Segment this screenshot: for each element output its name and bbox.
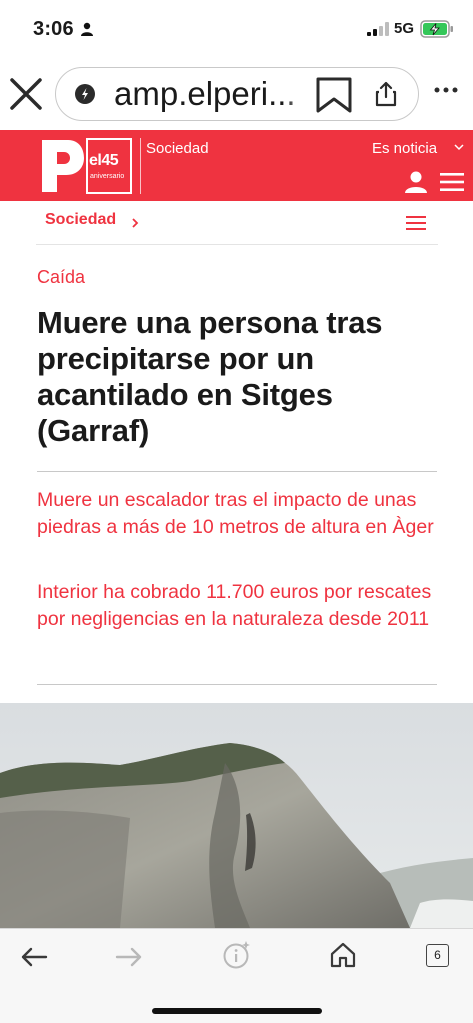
tab-count-button[interactable]: 6: [426, 944, 449, 967]
divider: [37, 684, 437, 685]
site-logo[interactable]: [40, 138, 84, 194]
status-time: 3:06: [33, 18, 74, 40]
address-bar[interactable]: amp.elperi...: [55, 67, 419, 121]
divider: [37, 471, 437, 472]
browser-toolbar: 6: [0, 928, 473, 1023]
browser-url-row: amp.elperi...: [0, 64, 473, 124]
home-indicator: [152, 1008, 322, 1014]
forward-arrow-icon[interactable]: [115, 946, 143, 968]
anniversary-number: el45: [89, 152, 119, 169]
breadcrumb-section-link[interactable]: Sociedad: [45, 211, 116, 229]
hamburger-menu-icon[interactable]: [440, 173, 464, 191]
cellular-signal-icon: [367, 22, 389, 36]
related-link[interactable]: Muere un escalador tras el impacto de un…: [37, 487, 441, 540]
chevron-right-icon: [132, 218, 139, 228]
battery-charging-icon: [420, 20, 453, 38]
back-arrow-icon[interactable]: [20, 946, 48, 968]
home-icon[interactable]: [330, 942, 356, 968]
person-icon: [81, 22, 93, 36]
header-section-label[interactable]: Sociedad: [146, 140, 209, 157]
section-menu-icon[interactable]: [406, 215, 426, 231]
user-account-icon[interactable]: [404, 170, 428, 194]
article-photo: [0, 703, 473, 928]
anniversary-caption: aniversario: [90, 173, 125, 180]
anniversary-badge: el45 aniversario: [86, 138, 132, 194]
section-breadcrumb: Sociedad: [36, 203, 438, 245]
site-header: el45 aniversario Sociedad Es noticia: [0, 130, 473, 201]
share-icon[interactable]: [374, 81, 398, 107]
related-link[interactable]: Interior ha cobrado 11.700 euros por res…: [37, 579, 441, 632]
article-headline: Muere una persona tras precipitarse por …: [37, 305, 383, 448]
header-divider: [140, 138, 141, 194]
article-kicker: Caída: [37, 267, 86, 287]
site-info-icon[interactable]: [74, 83, 96, 105]
url-text[interactable]: amp.elperi...: [114, 75, 314, 113]
status-bar: 3:06 5G: [0, 0, 473, 58]
page-insights-icon[interactable]: [222, 940, 252, 970]
es-noticia-dropdown[interactable]: Es noticia: [372, 140, 437, 157]
chevron-down-icon[interactable]: [454, 142, 464, 152]
close-icon[interactable]: [8, 76, 44, 112]
bookmark-icon[interactable]: [314, 77, 354, 113]
network-type: 5G: [394, 20, 415, 37]
more-options-icon[interactable]: [434, 85, 458, 95]
